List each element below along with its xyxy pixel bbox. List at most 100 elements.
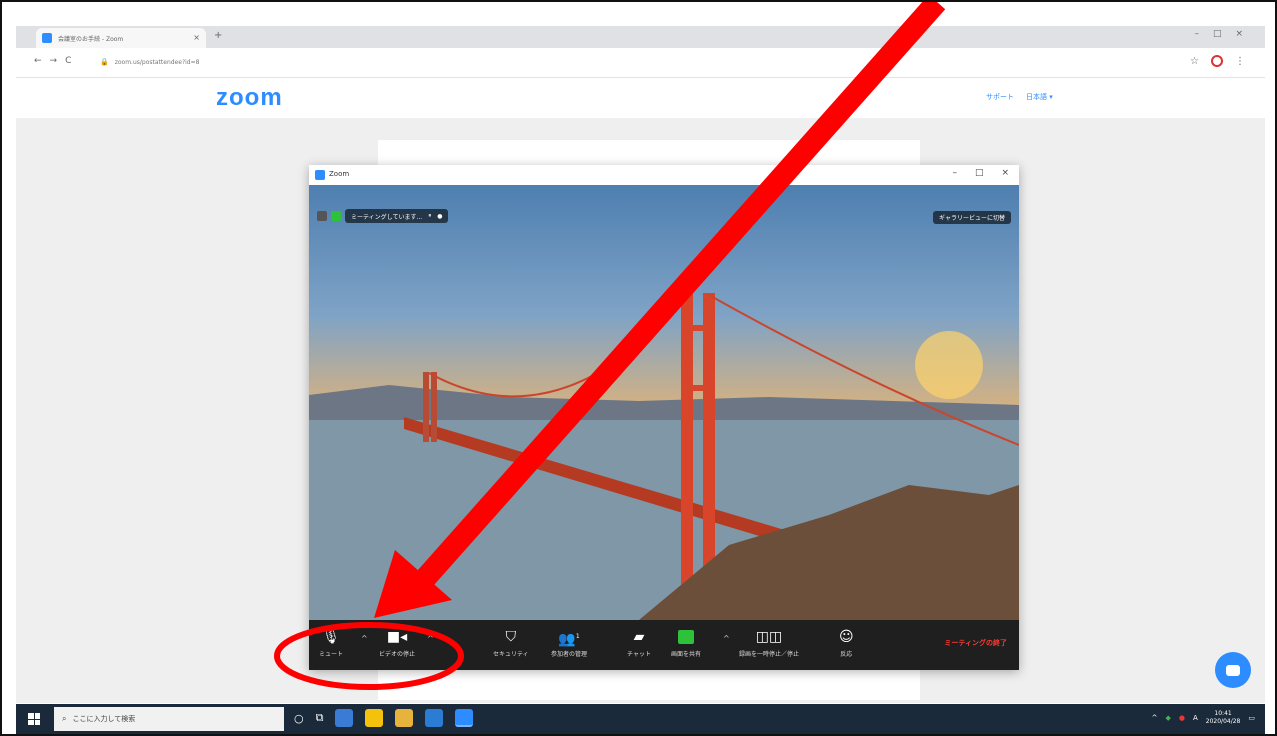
share-options-chevron-icon[interactable]: ^ (723, 634, 730, 643)
browser-right-icons: ☆ ⋮ (1190, 55, 1245, 67)
notification-icon[interactable]: ▭ (1248, 714, 1255, 722)
outlook-app-icon[interactable] (425, 709, 444, 727)
chat-bubble-icon (1226, 664, 1240, 676)
zoom-site-header: zoom サポート 日本語 ▾ (16, 78, 1265, 118)
reactions-button[interactable]: ☺ 反応 (839, 628, 854, 658)
bridge-tower-beam (681, 325, 715, 331)
windows-start-icon[interactable] (28, 713, 40, 725)
chrome-app-icon[interactable] (365, 709, 384, 727)
bookmark-star-icon[interactable]: ☆ (1190, 56, 1199, 67)
reload-button[interactable]: C (65, 56, 79, 66)
close-button[interactable]: × (1235, 29, 1257, 39)
forward-button[interactable]: → (50, 56, 66, 66)
edge-app-icon[interactable] (335, 709, 354, 727)
stop-video-label: ビデオの停止 (379, 651, 416, 658)
tab-title: 会議室のお手続 - Zoom (58, 35, 124, 43)
windows-taskbar: ⌕ ここに入力して検索 ○ ⧉ ^ ◆ ● A 10:41 2020/04/28… (16, 704, 1265, 734)
mute-label: ミュート (319, 651, 344, 658)
end-meeting-button[interactable]: ミーティングの終了 (944, 638, 1007, 648)
bridge-tower-right-leg (703, 293, 715, 593)
zoom-app-icon (315, 170, 325, 180)
language-link[interactable]: 日本語 ▾ (1026, 92, 1053, 102)
menu-kebab-icon[interactable]: ⋮ (1235, 56, 1245, 67)
zoom-window-controls: – □ × (952, 168, 1009, 178)
taskbar-search[interactable]: ⌕ ここに入力して検索 (54, 707, 284, 731)
share-screen-button[interactable]: 画面を共有 (671, 628, 701, 658)
cortana-icon[interactable]: ○ (294, 712, 304, 725)
tray-app-icon[interactable]: ● (1179, 714, 1185, 722)
record-button[interactable]: ◫◫ 録画を一時停止／停止 (739, 628, 799, 658)
new-tab-button[interactable]: + (214, 30, 222, 41)
shield-icon: ⛉ (505, 629, 517, 645)
support-chat-button[interactable] (1215, 652, 1251, 688)
stop-video-button[interactable]: ■◂ ビデオの停止 (379, 628, 415, 658)
address-bar-row: ←→C 🔒 zoom.us/postattendee?id=8 ☆ ⋮ (16, 48, 1265, 78)
recording-status: ミーティングしています... (351, 213, 423, 221)
nav-buttons: ←→C (34, 56, 79, 66)
video-area: ミーティングしています... ⏸ ● ギャラリービューに切替 (309, 185, 1019, 620)
share-screen-label: 画面を共有 (671, 651, 702, 658)
record-label: 録画を一時停止／停止 (739, 651, 800, 658)
bridge-tower-left-leg (681, 293, 693, 593)
file-explorer-icon[interactable] (395, 709, 414, 727)
profile-icon[interactable] (1211, 55, 1223, 67)
url-text: zoom.us/postattendee?id=8 (114, 58, 200, 66)
stop-record-icon[interactable]: ● (437, 213, 442, 220)
url-field[interactable]: 🔒 zoom.us/postattendee?id=8 (100, 54, 1130, 70)
audio-options-chevron-icon[interactable]: ^ (361, 634, 368, 643)
participants-button[interactable]: 👥1 参加者の管理 (551, 628, 587, 658)
participants-count: 1 (575, 633, 580, 640)
tab-close-icon[interactable]: × (193, 33, 200, 42)
pause-record-icon[interactable]: ⏸ (428, 212, 431, 220)
bridge-tower-beam (681, 385, 715, 391)
participants-icon: 👥1 (558, 631, 580, 648)
zoom-app-taskbar-icon[interactable] (455, 709, 474, 727)
info-icon[interactable] (317, 211, 327, 221)
zoom-window-title: Zoom (329, 170, 350, 178)
tray-shield-icon[interactable]: ◆ (1165, 714, 1170, 722)
video-options-chevron-icon[interactable]: ^ (427, 634, 434, 643)
sun-glow (915, 331, 983, 399)
reactions-icon: ☺ (839, 629, 854, 645)
record-icon: ◫◫ (755, 629, 783, 645)
security-button[interactable]: ⛉ セキュリティ (493, 628, 529, 658)
zoom-close-button[interactable]: × (1001, 168, 1009, 178)
back-button[interactable]: ← (34, 56, 50, 66)
tray-chevron-icon[interactable]: ^ (1152, 714, 1158, 722)
zoom-logo[interactable]: zoom (216, 84, 283, 112)
recording-pill[interactable]: ミーティングしています... ⏸ ● (345, 209, 449, 223)
participants-label: 参加者の管理 (551, 651, 588, 658)
taskbar-apps: ○ ⧉ (294, 709, 474, 727)
bridge-far-tower (423, 372, 429, 442)
tray-ime-indicator[interactable]: A (1193, 714, 1198, 722)
clock-time: 10:41 (1214, 710, 1232, 717)
far-hills (309, 385, 1019, 425)
chat-button[interactable]: ▰ チャット (627, 628, 651, 658)
reactions-label: 反応 (840, 651, 853, 658)
zoom-favicon-icon (42, 33, 52, 43)
taskbar-search-placeholder: ここに入力して検索 (72, 715, 136, 723)
zoom-minimize-button[interactable]: – (952, 168, 957, 178)
gallery-view-button[interactable]: ギャラリービューに切替 (932, 211, 1011, 224)
zoom-meeting-window: Zoom – □ × ミーティングしています... ⏸ ● ギャラリービューに切… (309, 165, 1019, 670)
security-label: セキュリティ (493, 651, 529, 658)
lock-icon: 🔒 (100, 58, 109, 66)
header-links: サポート 日本語 ▾ (986, 92, 1053, 102)
encryption-shield-icon[interactable] (331, 211, 341, 221)
browser-tab-bar: 会議室のお手続 - Zoom × + –□× (16, 26, 1265, 48)
zoom-maximize-button[interactable]: □ (975, 168, 984, 178)
chat-label: チャット (627, 651, 651, 658)
meeting-info-strip: ミーティングしています... ⏸ ● (317, 209, 449, 223)
search-icon: ⌕ (62, 714, 67, 723)
window-controls: –□× (1194, 29, 1257, 39)
virtual-background-image (309, 293, 1019, 620)
maximize-button[interactable]: □ (1213, 29, 1236, 39)
support-link[interactable]: サポート (986, 92, 1014, 102)
chat-icon: ▰ (633, 629, 645, 645)
bridge-cable (428, 294, 690, 398)
taskbar-clock[interactable]: 10:41 2020/04/28 (1206, 710, 1241, 726)
mute-button[interactable]: 🎙 ミュート (319, 628, 343, 658)
minimize-button[interactable]: – (1194, 29, 1213, 39)
browser-tab[interactable]: 会議室のお手続 - Zoom × (36, 28, 206, 48)
task-view-icon[interactable]: ⧉ (316, 711, 324, 725)
